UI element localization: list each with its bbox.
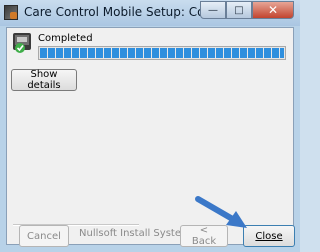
close-button-label: Close (255, 230, 283, 242)
minimize-button[interactable]: — (200, 1, 226, 19)
close-button[interactable]: Close (243, 225, 295, 247)
title-bar: Care Control Mobile Setup: Completed — □… (0, 0, 300, 26)
progress-bar (38, 46, 286, 60)
client-area: Completed Show details Nullsoft Install … (6, 27, 295, 247)
progress-bar-fill (40, 48, 284, 58)
installer-window: Care Control Mobile Setup: Completed — □… (0, 0, 300, 252)
back-button[interactable]: < Back (180, 225, 228, 247)
status-text: Completed (38, 33, 93, 44)
window-controls: — □ ✕ (200, 1, 294, 19)
installer-package-icon (4, 5, 18, 20)
maximize-button[interactable]: □ (226, 1, 252, 19)
installer-package-icon (13, 33, 31, 53)
show-details-button[interactable]: Show details (11, 69, 77, 91)
cancel-button[interactable]: Cancel (19, 225, 69, 247)
title-close-button[interactable]: ✕ (252, 1, 294, 19)
